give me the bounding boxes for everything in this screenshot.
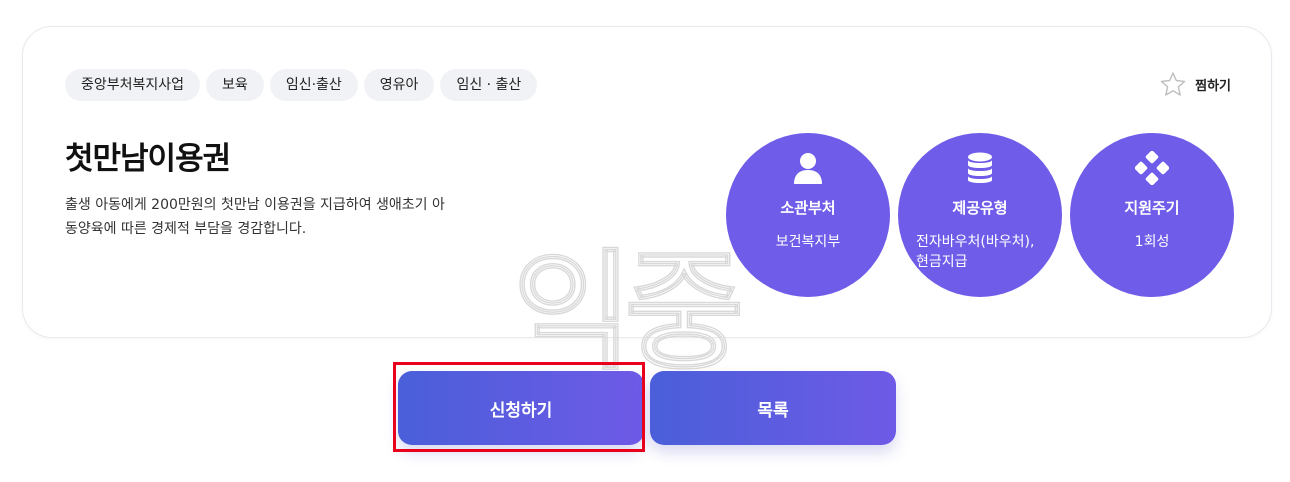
info-circle-department: 소관부처 보건복지부: [726, 133, 890, 297]
star-icon: [1159, 71, 1187, 98]
database-icon: [967, 151, 993, 185]
list-button[interactable]: 목록: [650, 371, 896, 445]
tag[interactable]: 보육: [206, 69, 264, 101]
info-label: 소관부처: [780, 199, 836, 217]
info-value: 1회성: [1134, 234, 1170, 250]
tag-list: 중앙부처복지사업 보육 임신·출산 영유아 임신 · 출산: [65, 69, 538, 101]
tag[interactable]: 임신·출산: [269, 69, 358, 101]
info-label: 제공유형: [952, 199, 1008, 217]
tag[interactable]: 임신 · 출산: [440, 69, 538, 101]
dots-icon: [1135, 151, 1169, 185]
watermark: 익중: [512, 235, 745, 388]
favorite-label: 찜하기: [1195, 79, 1231, 94]
favorite-button[interactable]: 찜하기: [1159, 71, 1231, 98]
info-label: 지원주기: [1124, 199, 1180, 217]
tag[interactable]: 중앙부처복지사업: [65, 69, 201, 101]
info-circle-cycle: 지원주기 1회성: [1070, 133, 1234, 297]
service-card: 중앙부처복지사업 보육 임신·출산 영유아 임신 · 출산 찜하기 첫만남이용권…: [22, 26, 1272, 389]
service-description: 출생 아동에게 200만원의 첫만남 이용권을 지급하여 생애초기 아동양육에 …: [65, 197, 445, 237]
page-title: 첫만남이용권: [65, 141, 231, 177]
info-circle-type: 제공유형 전자바우처(바우처), 현금지급: [898, 133, 1062, 297]
tag[interactable]: 영유아: [363, 69, 435, 101]
info-circles: 소관부처 보건복지부 제공유형 전자바우처(바우처), 현금지급 지원주기 1회…: [726, 133, 1234, 297]
info-value: 보건복지부: [775, 234, 841, 250]
info-value: 전자바우처(바우처), 현금지급: [916, 234, 1035, 270]
apply-button[interactable]: 신청하기: [398, 371, 644, 445]
person-icon: [793, 151, 823, 185]
